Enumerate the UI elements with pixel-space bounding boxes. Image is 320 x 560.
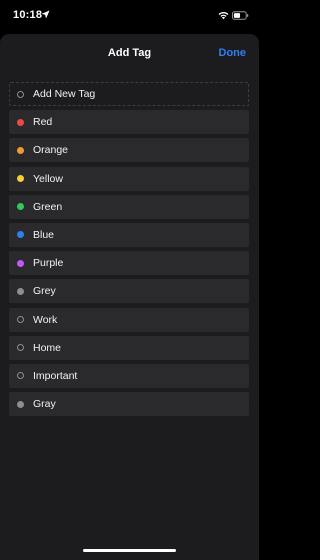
color-dot-icon — [17, 203, 24, 211]
tag-row-red[interactable]: Red — [9, 110, 249, 135]
color-dot-icon — [17, 259, 24, 267]
tag-row-work[interactable]: Work — [9, 307, 249, 332]
color-dot-icon — [17, 118, 24, 126]
tag-row-purple[interactable]: Purple — [9, 251, 249, 276]
tag-list: Add New Tag Red Orange Yellow Green Blue Purpl… — [9, 82, 249, 420]
color-dot-icon — [17, 287, 24, 295]
color-dot-icon — [17, 231, 24, 239]
tag-label: Orange — [33, 144, 69, 157]
tag-row-home[interactable]: Home — [9, 335, 249, 360]
color-dot-icon — [17, 175, 24, 183]
status-bar: 10:18 — [0, 0, 259, 34]
tag-row-grey[interactable]: Grey — [9, 279, 249, 304]
tag-row-important[interactable]: Important — [9, 363, 249, 388]
tag-label: Purple — [33, 257, 64, 270]
add-tag-sheet: Add Tag Done Add New Tag Red Orange Yellow G… — [0, 34, 259, 560]
battery-icon — [232, 11, 249, 20]
tag-row-orange[interactable]: Orange — [9, 138, 249, 163]
add-new-tag-button[interactable]: Add New Tag — [9, 82, 249, 106]
empty-circle-icon — [17, 372, 24, 380]
empty-circle-icon — [17, 90, 24, 98]
tag-label: Yellow — [33, 172, 63, 185]
tag-label: Home — [33, 341, 62, 354]
color-dot-icon — [17, 146, 24, 154]
tag-label: Add New Tag — [33, 88, 96, 100]
tag-row-blue[interactable]: Blue — [9, 222, 249, 247]
empty-circle-icon — [17, 316, 24, 323]
tag-label: Red — [33, 116, 53, 129]
tag-row-green[interactable]: Green — [9, 194, 249, 219]
screen: 10:18 Add Tag Done Add New Tag Red Orange Y… — [0, 0, 259, 560]
tag-row-gray[interactable]: Gray — [9, 392, 249, 417]
tag-label: Green — [33, 200, 63, 213]
wifi-icon — [218, 11, 229, 20]
location-arrow-icon — [41, 10, 50, 19]
color-dot-icon — [17, 400, 24, 408]
status-time: 10:18 — [13, 9, 43, 21]
tag-row-yellow[interactable]: Yellow — [9, 166, 249, 191]
tag-label: Gray — [33, 398, 56, 411]
tag-label: Work — [33, 313, 58, 326]
home-indicator[interactable] — [83, 549, 176, 552]
tag-label: Important — [33, 369, 78, 382]
empty-circle-icon — [17, 344, 24, 352]
done-button[interactable]: Done — [219, 47, 247, 59]
tag-label: Blue — [33, 228, 55, 241]
tag-label: Grey — [33, 285, 56, 298]
